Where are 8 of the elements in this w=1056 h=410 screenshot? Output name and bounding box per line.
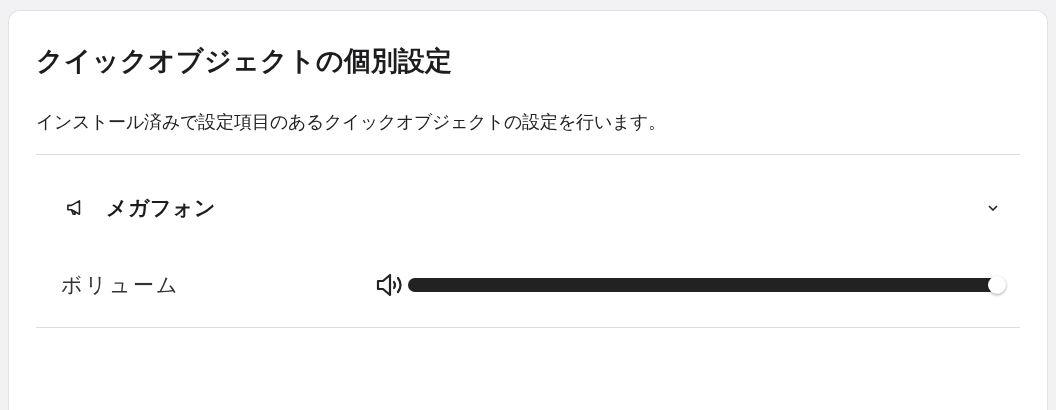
slider-thumb[interactable] bbox=[988, 276, 1006, 294]
section-title: メガフォン bbox=[106, 195, 217, 222]
chevron-icon bbox=[988, 205, 998, 211]
card-title: クイックオブジェクトの個別設定 bbox=[36, 44, 453, 78]
volume-slider[interactable] bbox=[408, 275, 1008, 295]
accordion-header[interactable]: メガフォン bbox=[36, 155, 1020, 223]
setting-label: ボリューム bbox=[61, 272, 181, 299]
card-description: インストール済みで設定項目のあるクイックオブジェクトの設定を行います。 bbox=[36, 78, 1020, 155]
